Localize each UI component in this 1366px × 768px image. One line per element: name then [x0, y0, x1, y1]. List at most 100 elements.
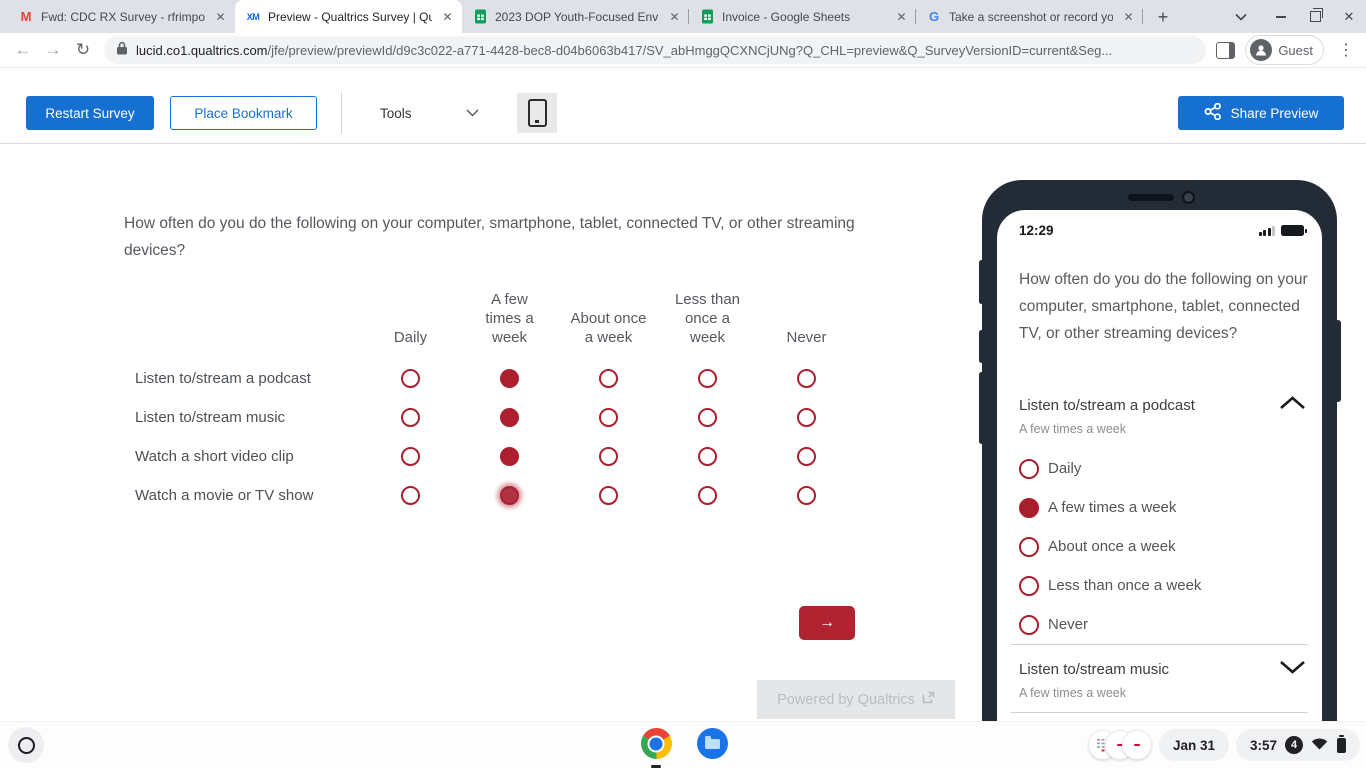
- accordion-title: Listen to/stream a podcast: [1019, 397, 1195, 414]
- status-pill[interactable]: 3:57 4: [1236, 729, 1360, 761]
- radio-daily[interactable]: [1019, 459, 1039, 479]
- radio-daily[interactable]: [401, 447, 420, 466]
- tools-dropdown[interactable]: Tools: [380, 96, 412, 130]
- table-row: Listen to/stream a podcast: [124, 359, 864, 398]
- power-button: [1335, 320, 1341, 402]
- radio-never[interactable]: [797, 447, 816, 466]
- side-panel-icon[interactable]: [1216, 42, 1235, 59]
- url-domain: lucid.co1.qualtrics.com: [136, 43, 268, 58]
- radio-about-once-week[interactable]: [599, 369, 618, 388]
- row-label: Watch a movie or TV show: [124, 487, 361, 504]
- date-pill[interactable]: Jan 31: [1159, 729, 1229, 761]
- radio-never[interactable]: [797, 486, 816, 505]
- wifi-icon: [1311, 737, 1328, 753]
- radio-never[interactable]: [1019, 615, 1039, 635]
- table-row: Watch a short video clip: [124, 437, 864, 476]
- tab-close-icon[interactable]: ✕: [666, 8, 683, 25]
- address-bar[interactable]: lucid.co1.qualtrics.com/jfe/preview/prev…: [104, 36, 1206, 64]
- radio-about-once-week[interactable]: [599, 486, 618, 505]
- tab-close-icon[interactable]: ✕: [1120, 8, 1137, 25]
- radio-few-times-week-selected[interactable]: [500, 447, 519, 466]
- radio-few-times-week-selected[interactable]: [500, 369, 519, 388]
- mobile-view-toggle[interactable]: [517, 93, 557, 133]
- radio-less-than-once-week[interactable]: [698, 369, 717, 388]
- radio-few-times-week-selected[interactable]: [1019, 498, 1039, 518]
- restore-button[interactable]: [1298, 0, 1332, 33]
- tab-gmail[interactable]: M Fwd: CDC RX Survey - rfrimpon ✕: [8, 0, 235, 33]
- list-item[interactable]: Less than once a week: [1019, 566, 1306, 605]
- volume-button: [979, 330, 984, 363]
- new-tab-button[interactable]: +: [1149, 3, 1177, 31]
- powered-by-qualtrics[interactable]: Powered by Qualtrics: [757, 680, 955, 719]
- option-label: Never: [1048, 616, 1088, 633]
- back-icon[interactable]: ←: [8, 35, 38, 65]
- restart-survey-button[interactable]: Restart Survey: [26, 96, 154, 130]
- row-label: Listen to/stream a podcast: [124, 370, 361, 387]
- radio-few-times-week-selected-focused[interactable]: [500, 486, 519, 505]
- sheets-favicon: [699, 9, 715, 25]
- mobile-preview-device: 12:29 How often do you do the following …: [982, 180, 1337, 768]
- volume-button: [979, 260, 984, 304]
- list-item[interactable]: A few times a week: [1019, 488, 1306, 527]
- launcher-button[interactable]: [8, 727, 44, 763]
- option-label: Less than once a week: [1048, 577, 1201, 594]
- tab-title: Invoice - Google Sheets: [722, 10, 886, 24]
- qualtrics-xm-favicon: XM: [245, 9, 261, 25]
- browser-menu-icon[interactable]: ⋮: [1332, 40, 1360, 60]
- radio-less-than-once-week[interactable]: [698, 447, 717, 466]
- chevron-up-icon[interactable]: [1279, 396, 1306, 415]
- tab-sheets-invoice[interactable]: Invoice - Google Sheets ✕: [689, 0, 916, 33]
- option-label: A few times a week: [1048, 499, 1176, 516]
- radio-about-once-week[interactable]: [599, 408, 618, 427]
- table-row: Listen to/stream music: [124, 398, 864, 437]
- radio-daily[interactable]: [401, 408, 420, 427]
- tab-title: Fwd: CDC RX Survey - rfrimpon: [41, 10, 205, 24]
- close-window-button[interactable]: ✕: [1332, 0, 1366, 33]
- sheets-favicon: [472, 9, 488, 25]
- chrome-app-button[interactable]: [639, 728, 673, 764]
- radio-less-than-once-week[interactable]: [698, 408, 717, 427]
- tab-close-icon[interactable]: ✕: [439, 8, 456, 25]
- radio-less-than-once-week[interactable]: [1019, 576, 1039, 596]
- tab-close-icon[interactable]: ✕: [212, 8, 229, 25]
- notification-icons[interactable]: [1088, 730, 1152, 760]
- list-item[interactable]: Daily: [1019, 449, 1306, 488]
- profile-button[interactable]: Guest: [1245, 35, 1324, 65]
- qualtrics-preview-header: Restart Survey Place Bookmark Tools Shar…: [0, 68, 1366, 144]
- radio-less-than-once-week[interactable]: [698, 486, 717, 505]
- tab-qualtrics-preview[interactable]: XM Preview - Qualtrics Survey | Qu ✕: [235, 0, 462, 33]
- chevron-down-icon[interactable]: [466, 104, 479, 122]
- radio-about-once-week[interactable]: [599, 447, 618, 466]
- radio-about-once-week[interactable]: [1019, 537, 1039, 557]
- column-header: Daily: [373, 328, 449, 347]
- browser-tab-strip: M Fwd: CDC RX Survey - rfrimpon ✕ XM Pre…: [0, 0, 1366, 33]
- accordion-title: Listen to/stream music: [1019, 661, 1169, 678]
- radio-few-times-week-selected[interactable]: [500, 408, 519, 427]
- radio-daily[interactable]: [401, 369, 420, 388]
- list-item[interactable]: Never: [1019, 605, 1306, 644]
- tab-close-icon[interactable]: ✕: [893, 8, 910, 25]
- matrix-rows: Listen to/stream a podcast Listen to/str…: [124, 359, 864, 515]
- minimize-button[interactable]: [1264, 0, 1298, 33]
- files-app-button[interactable]: [695, 728, 729, 764]
- place-bookmark-button[interactable]: Place Bookmark: [170, 96, 317, 130]
- radio-never[interactable]: [797, 369, 816, 388]
- status-tray: Jan 31 3:57 4: [1088, 727, 1360, 763]
- tab-google-search[interactable]: G Take a screenshot or record yo ✕: [916, 0, 1143, 33]
- accordion-selected-value: A few times a week: [1019, 686, 1306, 700]
- forward-icon[interactable]: →: [38, 35, 68, 65]
- chevron-down-icon[interactable]: [1279, 660, 1306, 679]
- list-item[interactable]: About once a week: [1019, 527, 1306, 566]
- shelf-battery-icon: [1337, 738, 1346, 753]
- column-header: Never: [769, 328, 845, 347]
- share-icon: [1204, 103, 1222, 123]
- tab-sheets-dop[interactable]: 2023 DOP Youth-Focused Env ✕: [462, 0, 689, 33]
- radio-never[interactable]: [797, 408, 816, 427]
- next-button[interactable]: →: [799, 606, 855, 640]
- matrix-header-row: Daily A few times a week About once a we…: [124, 285, 864, 347]
- reload-icon[interactable]: ↻: [68, 35, 98, 65]
- tab-search-chevron-icon[interactable]: [1224, 0, 1258, 33]
- mobile-screen: 12:29 How often do you do the following …: [997, 210, 1322, 768]
- radio-daily[interactable]: [401, 486, 420, 505]
- share-preview-button[interactable]: Share Preview: [1178, 96, 1344, 130]
